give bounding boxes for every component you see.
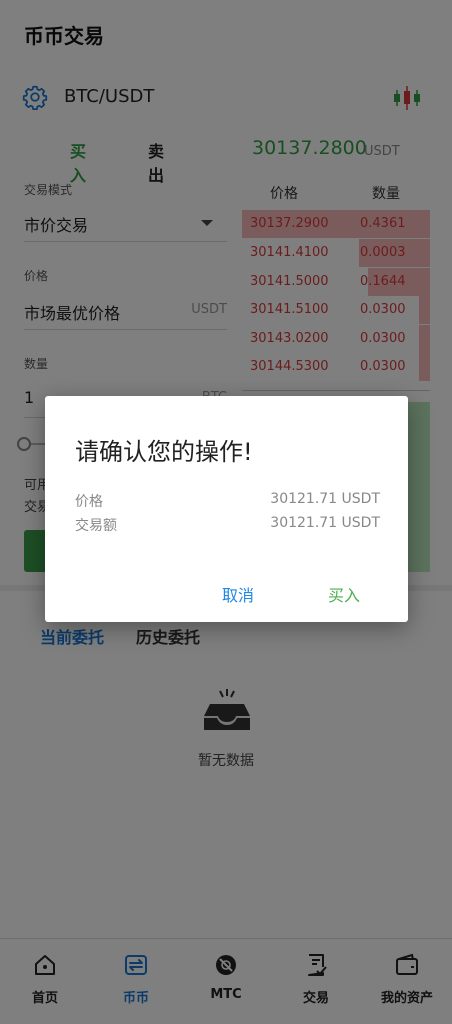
dialog-amount-label: 交易额: [75, 518, 117, 534]
cancel-button[interactable]: 取消: [222, 582, 254, 606]
dialog-amount-value: 30121.71 USDT: [270, 515, 380, 531]
dialog-title: 请确认您的操作!: [75, 438, 253, 466]
dialog-price-label: 价格: [75, 494, 103, 510]
confirm-buy-button[interactable]: 买入: [328, 582, 360, 606]
dialog-price-value: 30121.71 USDT: [270, 491, 380, 507]
dialog-price-row: 价格 30121.71 USDT: [75, 491, 380, 511]
dialog-amount-row: 交易额 30121.71 USDT: [75, 515, 380, 535]
confirm-dialog: 请确认您的操作! 价格 30121.71 USDT 交易额 30121.71 U…: [45, 396, 408, 622]
